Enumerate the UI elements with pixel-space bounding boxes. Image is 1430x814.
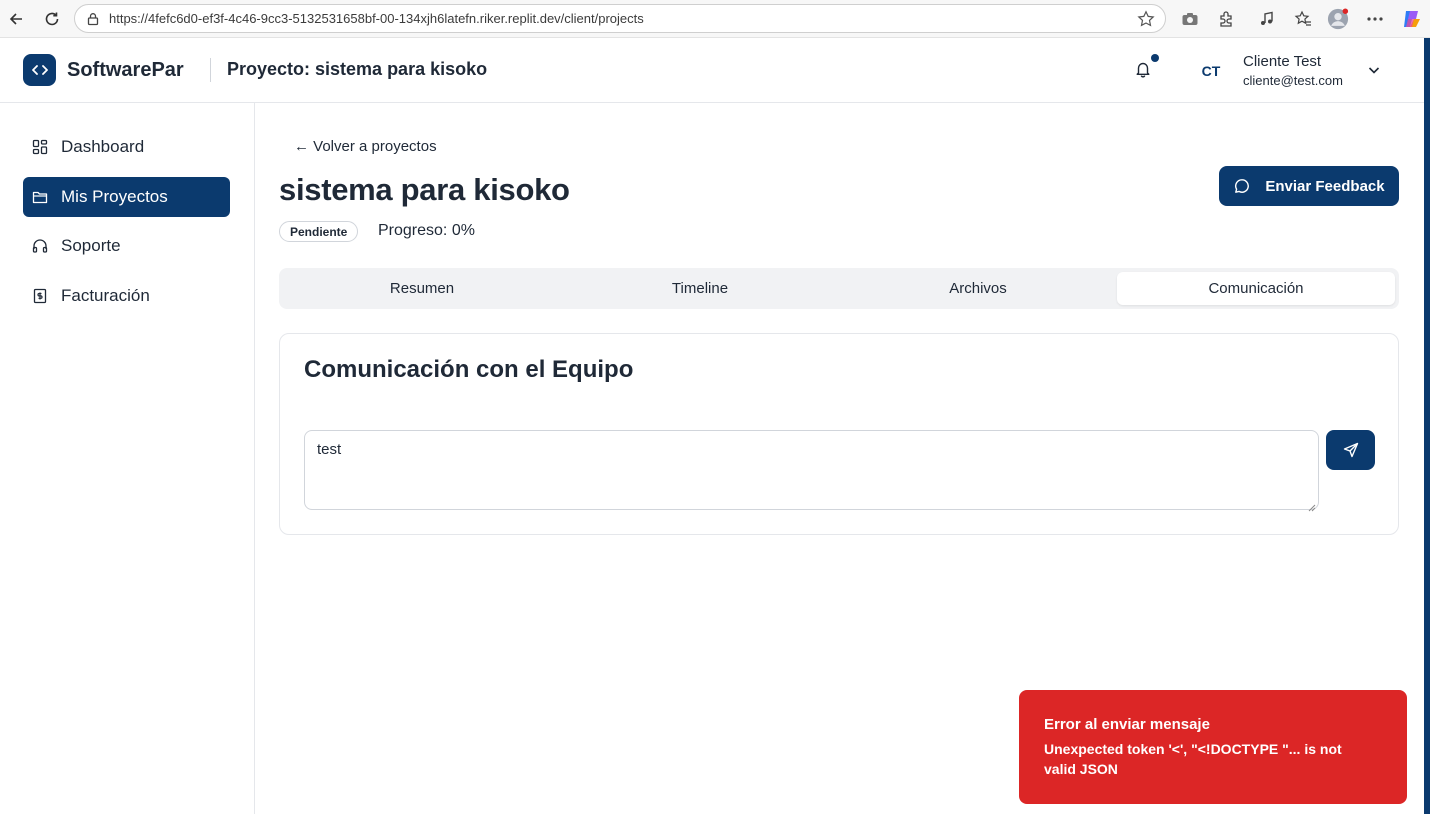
notification-badge [1151, 54, 1159, 62]
more-menu-icon[interactable] [1364, 8, 1386, 30]
receipt-icon [31, 287, 49, 305]
send-icon [1343, 442, 1358, 458]
media-icon[interactable] [1256, 8, 1278, 30]
card-title: Comunicación con el Equipo [304, 356, 634, 383]
status-badge: Pendiente [279, 221, 359, 242]
url-text: https://4fefc6d0-ef3f-4c46-9cc3-51325316… [109, 11, 644, 26]
send-message-button[interactable] [1326, 430, 1375, 470]
headphones-icon [31, 237, 49, 255]
page-scrollbar[interactable] [1424, 38, 1430, 814]
back-to-projects-link[interactable]: ← Volver a proyectos [294, 138, 437, 155]
camera-icon[interactable] [1179, 8, 1201, 30]
folder-icon [31, 188, 49, 206]
brand-name[interactable]: SoftwarePar [67, 59, 184, 82]
tab-resumen[interactable]: Resumen [283, 272, 561, 305]
notification-bell-icon[interactable] [1134, 60, 1154, 80]
sidebar-item-dashboard[interactable]: Dashboard [23, 127, 230, 167]
grid-icon [31, 138, 49, 156]
user-email: cliente@test.com [1243, 73, 1343, 88]
sidebar-item-label: Soporte [61, 236, 121, 255]
extensions-icon[interactable] [1215, 8, 1237, 30]
address-bar[interactable]: https://4fefc6d0-ef3f-4c46-9cc3-51325316… [74, 4, 1166, 33]
page-title: sistema para kisoko [279, 172, 570, 207]
app-header: SoftwarePar Proyecto: sistema para kisok… [0, 38, 1424, 103]
avatar[interactable]: CT [1193, 55, 1229, 87]
toast-message: Unexpected token '<', "<!DOCTYPE "... is… [1044, 741, 1342, 777]
sidebar-item-mis-proyectos[interactable]: Mis Proyectos [23, 177, 230, 217]
chevron-down-icon[interactable] [1366, 62, 1382, 78]
sidebar-item-label: Mis Proyectos [61, 187, 168, 206]
tab-archivos[interactable]: Archivos [839, 272, 1117, 305]
user-name[interactable]: Cliente Test [1243, 53, 1321, 70]
reload-icon[interactable] [40, 7, 64, 31]
toast-title: Error al enviar mensaje [1044, 716, 1210, 733]
sidebar: Dashboard Mis Proyectos Soporte Facturac… [0, 103, 255, 814]
project-tabs: Resumen Timeline Archivos Comunicación [279, 268, 1399, 309]
progress-text: Progreso: 0% [378, 222, 475, 239]
tab-comunicacion[interactable]: Comunicación [1117, 272, 1395, 305]
header-divider [210, 58, 211, 82]
back-arrow-icon[interactable] [4, 7, 28, 31]
header-project-title: Proyecto: sistema para kisoko [227, 59, 488, 79]
code-logo-icon[interactable] [23, 54, 56, 86]
tab-timeline[interactable]: Timeline [561, 272, 839, 305]
message-circle-icon [1233, 177, 1251, 195]
send-feedback-label: Enviar Feedback [1265, 177, 1385, 195]
profile-icon[interactable] [1327, 8, 1349, 30]
site-info-icon[interactable] [85, 11, 101, 27]
browser-toolbar: https://4fefc6d0-ef3f-4c46-9cc3-51325316… [0, 0, 1430, 38]
sidebar-item-label: Dashboard [61, 137, 145, 156]
message-textarea[interactable]: test [304, 430, 1319, 512]
sidebar-item-soporte[interactable]: Soporte [23, 226, 230, 266]
error-toast[interactable]: Error al enviar mensaje Unexpected token… [1019, 690, 1407, 804]
copilot-icon[interactable] [1401, 8, 1423, 30]
favorites-icon[interactable] [1292, 8, 1314, 30]
sidebar-item-facturacion[interactable]: Facturación [23, 276, 230, 316]
favorite-star-icon[interactable] [1137, 10, 1155, 33]
resize-handle-icon[interactable] [1308, 499, 1316, 512]
sidebar-item-label: Facturación [61, 286, 150, 305]
message-text: test [317, 441, 342, 458]
communication-card: Comunicación con el Equipo test [279, 333, 1399, 535]
send-feedback-button[interactable]: Enviar Feedback [1219, 166, 1399, 206]
